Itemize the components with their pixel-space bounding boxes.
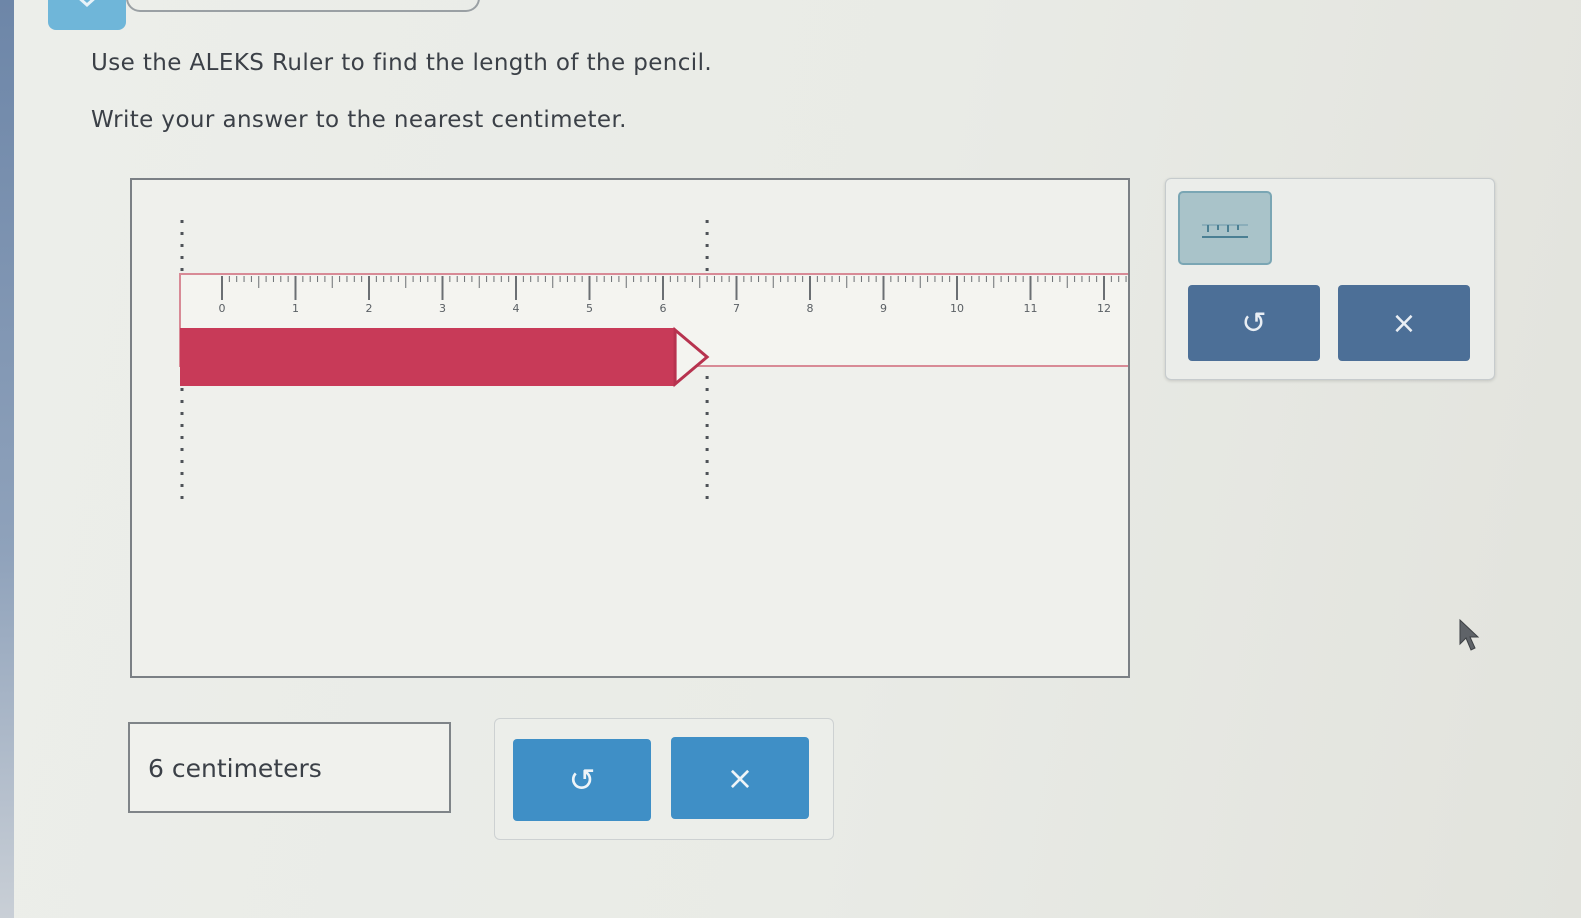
close-icon: ×: [726, 759, 754, 797]
clear-button[interactable]: ×: [1338, 285, 1470, 361]
chevron-down-icon: [79, 0, 95, 8]
ruler-tick-label: 8: [807, 302, 814, 315]
pencil-body: [180, 328, 676, 386]
header-frame: [126, 0, 480, 12]
ruler-icon: [1202, 224, 1248, 238]
close-icon: ×: [1391, 305, 1417, 341]
ruler-tick-label: 10: [950, 302, 964, 315]
answer-value: 6 centimeters: [148, 754, 322, 783]
collapse-tab[interactable]: [48, 0, 126, 30]
window-edge: [0, 0, 14, 918]
ruler-tool-button[interactable]: [1178, 191, 1272, 265]
ruler-tick-label: 5: [586, 302, 593, 315]
ruler-workspace: 0 1 2 3 4 5 6 7 8 9 10 11 12: [130, 178, 1130, 678]
undo-icon: ↺: [1241, 305, 1267, 341]
ruler-tick-label: 4: [513, 302, 520, 315]
ruler-tick-label: 3: [439, 302, 446, 315]
mouse-pointer-icon: [1459, 618, 1480, 651]
undo-button[interactable]: ↺: [1188, 285, 1320, 361]
ruler-drawing: 0 1 2 3 4 5 6 7 8 9 10 11 12: [179, 220, 1128, 500]
answer-undo-button[interactable]: ↺: [513, 739, 651, 821]
instruction-text: Use the ALEKS Ruler to find the length o…: [91, 50, 713, 76]
ruler-tick-label: 6: [660, 302, 667, 315]
instruction-text-2: Write your answer to the nearest centime…: [91, 107, 627, 133]
ruler-tick-label: 11: [1024, 302, 1038, 315]
ruler-tick-label: 1: [292, 302, 299, 315]
undo-icon: ↺: [568, 761, 596, 799]
answer-clear-button[interactable]: ×: [671, 737, 809, 819]
ruler-tick-label: 12: [1097, 302, 1111, 315]
ruler-tick-label: 2: [366, 302, 373, 315]
ruler-tick-label: 9: [880, 302, 887, 315]
ruler-tick-label: 7: [733, 302, 740, 315]
ruler-tool-panel: ↺ ×: [1165, 178, 1495, 380]
answer-tools: ↺ ×: [494, 718, 834, 840]
answer-input[interactable]: 6 centimeters: [128, 722, 451, 813]
ruler-tick-label: 0: [219, 302, 226, 315]
